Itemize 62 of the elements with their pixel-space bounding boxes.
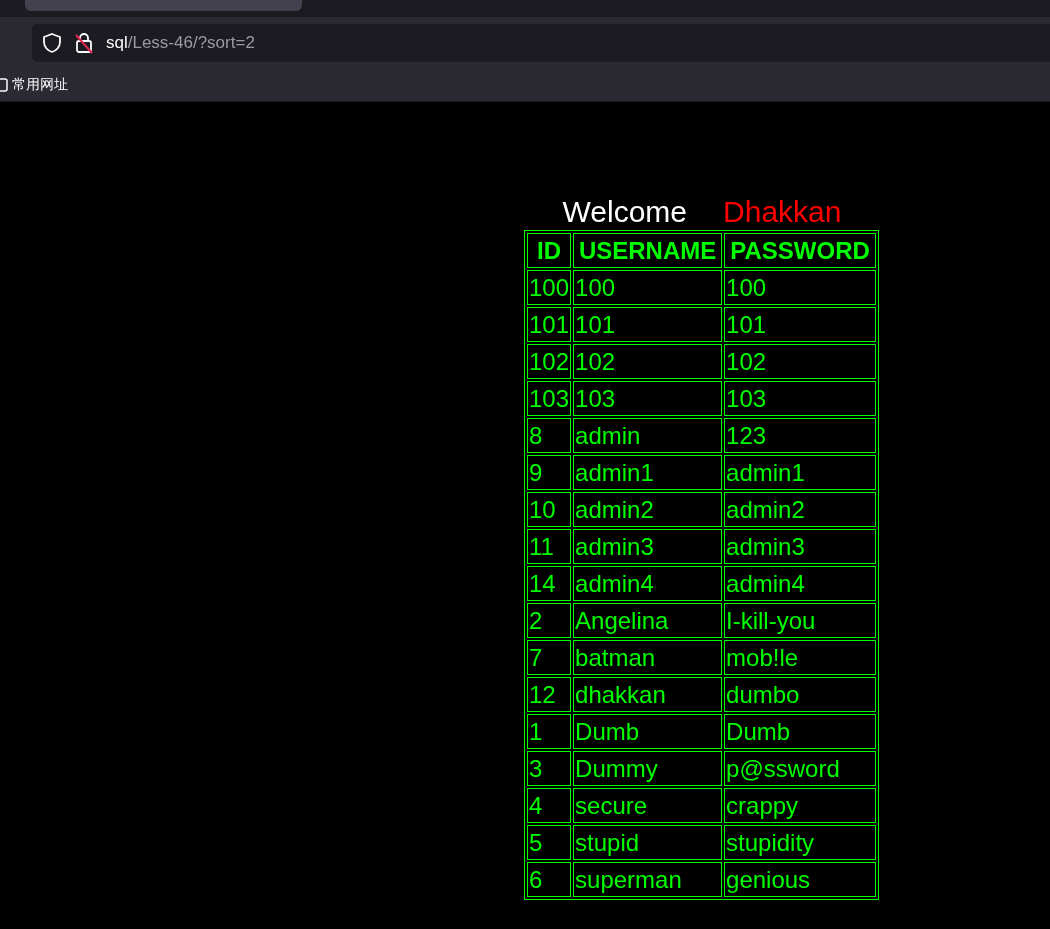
table-cell: superman: [573, 862, 723, 897]
column-header: ID: [527, 233, 572, 268]
table-cell: 103: [573, 381, 723, 416]
table-cell: admin1: [573, 455, 723, 490]
table-cell: 7: [527, 640, 572, 675]
url-text: sql/Less-46/?sort=2: [106, 32, 255, 53]
lock-crossed-icon[interactable]: [74, 31, 94, 54]
table-cell: 100: [573, 270, 723, 305]
folder-icon: [0, 77, 8, 92]
table-cell: stupidity: [724, 825, 877, 860]
table-cell: 101: [724, 307, 877, 342]
table-cell: 100: [527, 270, 572, 305]
table-cell: 2: [527, 603, 572, 638]
column-header: PASSWORD: [724, 233, 877, 268]
table-cell: admin1: [724, 455, 877, 490]
table-cell: dumbo: [724, 677, 877, 712]
table-cell: 14: [527, 566, 572, 601]
table-cell: 8: [527, 418, 572, 453]
welcome-text: Welcome: [562, 194, 688, 230]
table-cell: genious: [724, 862, 877, 897]
table-cell: dhakkan: [573, 677, 723, 712]
table-cell: admin2: [573, 492, 723, 527]
user-name: Dhakkan: [723, 194, 842, 230]
table-cell: I-kill-you: [724, 603, 877, 638]
table-cell: 102: [527, 344, 572, 379]
table-cell: stupid: [573, 825, 723, 860]
column-header: USERNAME: [573, 233, 723, 268]
table-cell: admin3: [724, 529, 877, 564]
table-cell: 10: [527, 492, 572, 527]
table-cell: 102: [573, 344, 723, 379]
address-bar[interactable]: sql/Less-46/?sort=2: [32, 23, 1050, 62]
table-cell: Dumb: [724, 714, 877, 749]
table-cell: batman: [573, 640, 723, 675]
table-cell: 101: [573, 307, 723, 342]
table-cell: 123: [724, 418, 877, 453]
table-cell: 5: [527, 825, 572, 860]
table-cell: 4: [527, 788, 572, 823]
table-cell: admin4: [573, 566, 723, 601]
table-cell: 1: [527, 714, 572, 749]
table-cell: 3: [527, 751, 572, 786]
table-cell: 102: [724, 344, 877, 379]
table-cell: mob!le: [724, 640, 877, 675]
table-cell: 6: [527, 862, 572, 897]
table-cell: 12: [527, 677, 572, 712]
table-cell: 100: [724, 270, 877, 305]
table-cell: 11: [527, 529, 572, 564]
bookmark-folder[interactable]: 常用网址: [0, 75, 68, 94]
table-cell: admin4: [724, 566, 877, 601]
table-cell: 103: [527, 381, 572, 416]
table-cell: admin2: [724, 492, 877, 527]
table-cell: Dummy: [573, 751, 723, 786]
table-cell: 101: [527, 307, 572, 342]
table-cell: crappy: [724, 788, 877, 823]
shield-icon[interactable]: [42, 31, 62, 54]
table-cell: secure: [573, 788, 723, 823]
table-cell: Angelina: [573, 603, 723, 638]
table-cell: 103: [724, 381, 877, 416]
table-cell: Dumb: [573, 714, 723, 749]
table-cell: admin: [573, 418, 723, 453]
table-cell: admin3: [573, 529, 723, 564]
table-cell: p@ssword: [724, 751, 877, 786]
table-cell: 9: [527, 455, 572, 490]
